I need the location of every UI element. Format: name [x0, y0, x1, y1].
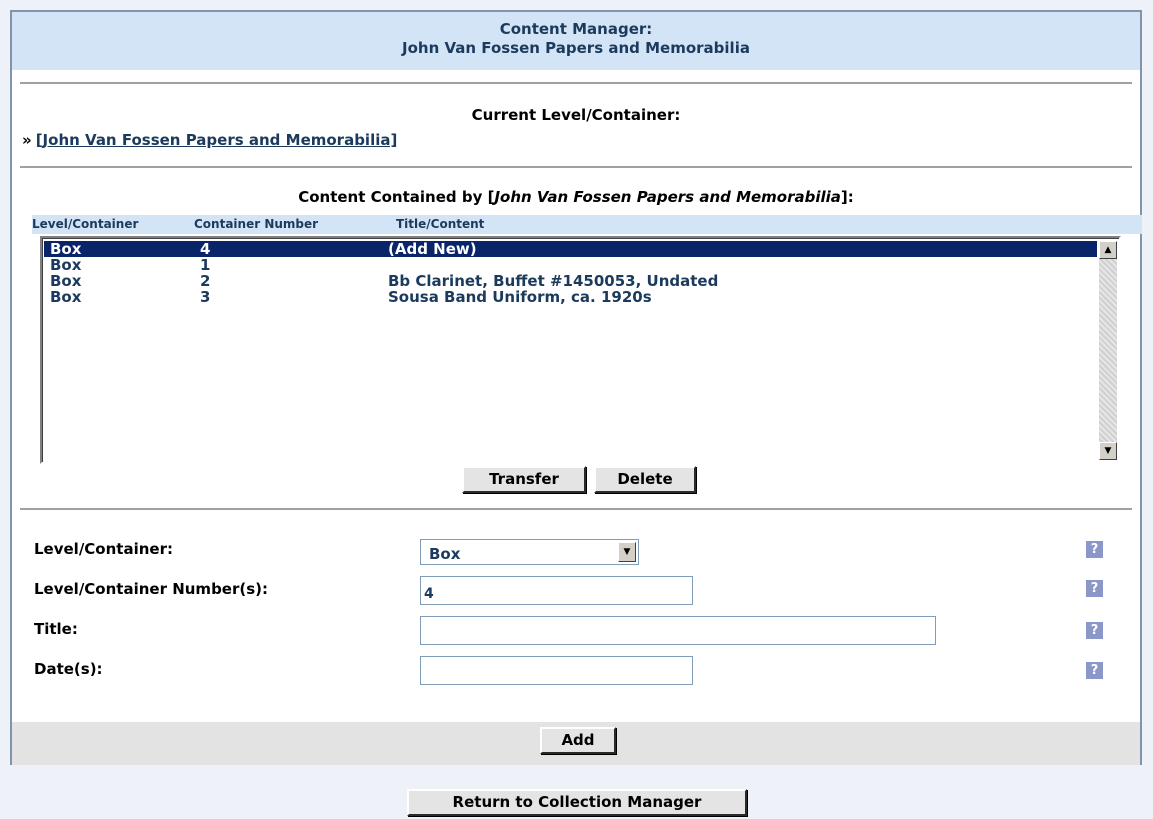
- list-item[interactable]: Box 2 Bb Clarinet, Buffet #1450053, Unda…: [44, 273, 1097, 289]
- content-manager-panel: Content Manager: John Van Fossen Papers …: [10, 10, 1142, 765]
- help-icon[interactable]: ?: [1086, 580, 1103, 597]
- transfer-button[interactable]: Transfer: [462, 466, 586, 493]
- page-header: Content Manager: John Van Fossen Papers …: [12, 12, 1140, 70]
- current-level-heading: Current Level/Container:: [471, 106, 681, 124]
- level-container-number-field[interactable]: [420, 576, 693, 605]
- help-icon[interactable]: ?: [1086, 662, 1103, 679]
- list-column-headers: Level/Container Container Number Title/C…: [32, 215, 1142, 234]
- level-container-select[interactable]: Box ▼: [420, 539, 639, 565]
- content-list: Box 4 (Add New) Box 1 Box 2 Bb Clarinet,…: [44, 241, 1097, 460]
- return-to-collection-manager-button[interactable]: Return to Collection Manager: [407, 789, 747, 816]
- current-level-breadcrumb: » [John Van Fossen Papers and Memorabilia…: [22, 131, 397, 149]
- contained-heading: Content Contained by [John Van Fossen Pa…: [298, 188, 854, 206]
- help-icon[interactable]: ?: [1086, 622, 1103, 639]
- contained-collection-name: John Van Fossen Papers and Memorabilia: [494, 188, 841, 206]
- list-item[interactable]: Box 3 Sousa Band Uniform, ca. 1920s: [44, 289, 1097, 305]
- column-header-title: Title/Content: [396, 217, 485, 231]
- content-listbox[interactable]: Box 4 (Add New) Box 1 Box 2 Bb Clarinet,…: [40, 236, 1121, 464]
- title-field[interactable]: [420, 616, 936, 645]
- delete-button[interactable]: Delete: [594, 466, 696, 493]
- breadcrumb-arrow-icon: »: [22, 131, 32, 149]
- divider: [20, 82, 1132, 84]
- divider: [20, 166, 1132, 168]
- column-header-number: Container Number: [194, 217, 319, 231]
- divider: [20, 508, 1132, 510]
- help-icon[interactable]: ?: [1086, 541, 1103, 558]
- dates-label: Date(s):: [34, 660, 103, 678]
- current-level-link[interactable]: [John Van Fossen Papers and Memorabilia]: [36, 131, 398, 149]
- list-item[interactable]: Box 4 (Add New): [44, 241, 1097, 257]
- dates-field[interactable]: [420, 656, 693, 685]
- list-scrollbar[interactable]: ▲ ▼: [1099, 241, 1117, 460]
- page-title: Content Manager:: [499, 20, 653, 38]
- arrow-down-icon[interactable]: ▼: [1099, 442, 1117, 460]
- level-container-label: Level/Container:: [34, 540, 173, 558]
- title-label: Title:: [34, 620, 78, 638]
- column-header-level: Level/Container: [32, 217, 139, 231]
- list-item[interactable]: Box 1: [44, 257, 1097, 273]
- chevron-down-icon[interactable]: ▼: [618, 542, 636, 562]
- collection-title: John Van Fossen Papers and Memorabilia: [402, 39, 750, 57]
- arrow-up-icon[interactable]: ▲: [1099, 241, 1117, 259]
- level-container-number-label: Level/Container Number(s):: [34, 580, 269, 598]
- add-button[interactable]: Add: [540, 727, 616, 754]
- form-footer: Add: [12, 722, 1140, 765]
